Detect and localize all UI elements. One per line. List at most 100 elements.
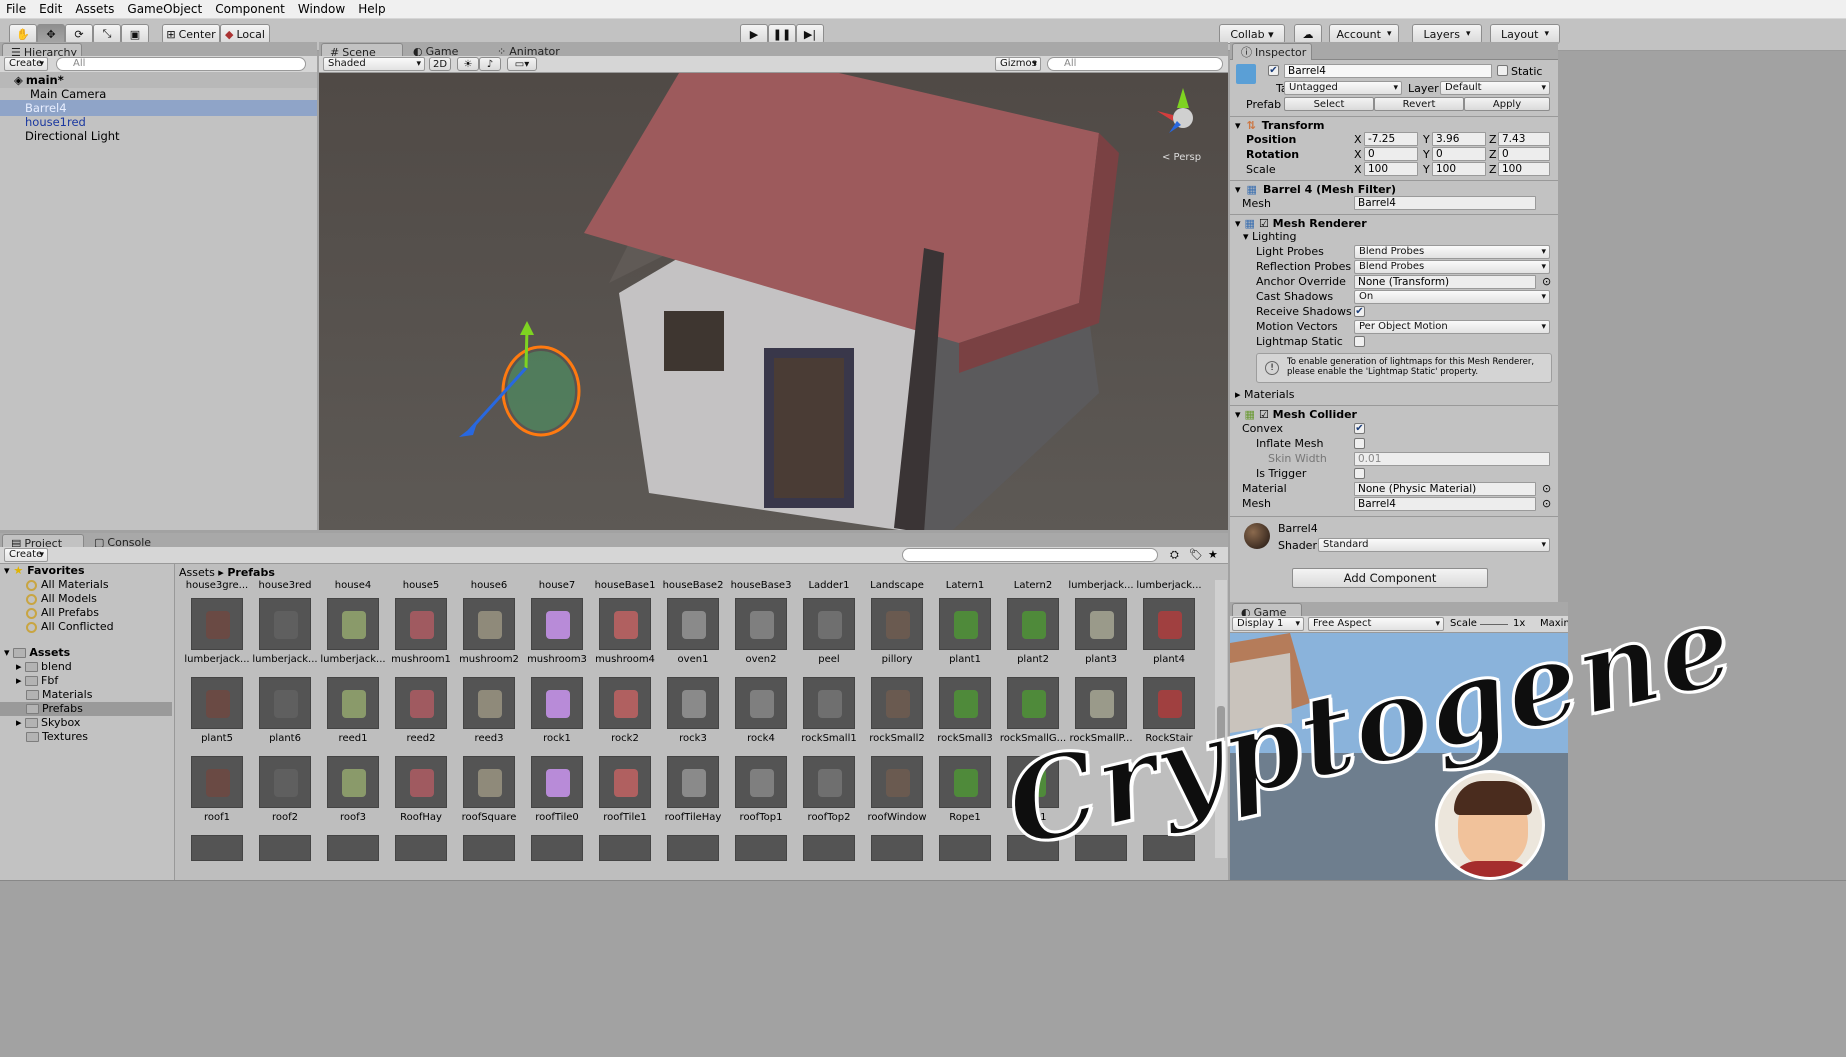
object-picker-icon[interactable]: ⊙ bbox=[1542, 496, 1551, 511]
favorite-all-prefabs[interactable]: All Prefabs bbox=[0, 606, 172, 620]
position-z-field[interactable]: 7.43 bbox=[1498, 132, 1550, 146]
asset-thumbnail[interactable] bbox=[191, 598, 243, 650]
asset-thumbnail[interactable] bbox=[939, 835, 991, 861]
menu-gameobject[interactable]: GameObject bbox=[127, 2, 202, 16]
aspect-dropdown[interactable]: Free Aspect bbox=[1308, 617, 1444, 631]
asset-thumbnail[interactable] bbox=[191, 756, 243, 808]
scene-viewport[interactable] bbox=[319, 73, 1228, 530]
asset-label[interactable]: mushroom1 bbox=[387, 654, 455, 665]
effects-dropdown[interactable]: ▭▾ bbox=[507, 57, 537, 71]
hand-tool-button[interactable]: ✋ bbox=[9, 24, 37, 44]
asset-thumbnail[interactable] bbox=[463, 835, 515, 861]
asset-label[interactable]: house3red bbox=[251, 580, 319, 591]
add-component-button[interactable]: Add Component bbox=[1292, 568, 1488, 588]
asset-label[interactable]: mushroom2 bbox=[455, 654, 523, 665]
asset-label[interactable]: Rope1 bbox=[931, 812, 999, 823]
receive-shadows-checkbox[interactable]: ✔ bbox=[1354, 306, 1365, 317]
asset-thumbnail[interactable] bbox=[531, 756, 583, 808]
layer-dropdown[interactable]: Default bbox=[1440, 81, 1550, 95]
asset-thumbnail[interactable] bbox=[327, 598, 379, 650]
rotation-y-field[interactable]: 0 bbox=[1432, 147, 1486, 161]
folder-textures[interactable]: Textures bbox=[0, 730, 172, 744]
asset-label[interactable]: roofTile1 bbox=[591, 812, 659, 823]
reflection-probes-dropdown[interactable]: Blend Probes bbox=[1354, 260, 1550, 274]
asset-thumbnail[interactable] bbox=[395, 598, 447, 650]
lighting-foldout[interactable]: ▾ Lighting bbox=[1230, 229, 1558, 244]
asset-label[interactable]: reed2 bbox=[387, 733, 455, 744]
asset-label[interactable]: houseBase3 bbox=[727, 580, 795, 591]
asset-thumbnail[interactable] bbox=[531, 677, 583, 729]
asset-thumbnail[interactable] bbox=[327, 677, 379, 729]
asset-label[interactable]: roofTile0 bbox=[523, 812, 591, 823]
asset-thumbnail[interactable] bbox=[803, 598, 855, 650]
breadcrumb-assets[interactable]: Assets bbox=[179, 566, 215, 579]
asset-label[interactable]: roof1 bbox=[183, 812, 251, 823]
menu-file[interactable]: File bbox=[6, 2, 26, 16]
scale-x-field[interactable]: 100 bbox=[1364, 162, 1418, 176]
asset-thumbnail[interactable] bbox=[1007, 598, 1059, 650]
project-search-input[interactable] bbox=[902, 548, 1158, 562]
layout-dropdown[interactable]: Layout ▾ bbox=[1490, 24, 1560, 44]
move-tool-button[interactable]: ✥ bbox=[37, 24, 65, 44]
account-dropdown[interactable]: Account ▾ bbox=[1329, 24, 1399, 44]
asset-label[interactable]: Ladder1 bbox=[795, 580, 863, 591]
asset-label[interactable]: roofTileHay bbox=[659, 812, 727, 823]
asset-thumbnail[interactable] bbox=[735, 835, 787, 861]
asset-thumbnail[interactable] bbox=[463, 677, 515, 729]
asset-thumbnail[interactable] bbox=[735, 598, 787, 650]
audio-toggle[interactable]: ♪ bbox=[479, 57, 501, 71]
object-picker-icon[interactable]: ⊙ bbox=[1542, 274, 1551, 289]
asset-label[interactable]: lumberjack... bbox=[183, 654, 251, 665]
asset-thumbnail[interactable] bbox=[939, 677, 991, 729]
favorites-folder[interactable]: ▾ ★ Favorites bbox=[0, 564, 172, 578]
rotation-x-field[interactable]: 0 bbox=[1364, 147, 1418, 161]
asset-label[interactable]: lumberjack... bbox=[1135, 580, 1203, 591]
asset-thumbnail[interactable] bbox=[1143, 598, 1195, 650]
object-picker-icon[interactable]: ⊙ bbox=[1542, 481, 1551, 496]
asset-label[interactable]: roof3 bbox=[319, 812, 387, 823]
asset-label[interactable]: mushroom3 bbox=[523, 654, 591, 665]
gizmos-dropdown[interactable]: Gizmos bbox=[995, 57, 1041, 71]
asset-thumbnail[interactable] bbox=[191, 677, 243, 729]
menu-edit[interactable]: Edit bbox=[39, 2, 62, 16]
scale-z-field[interactable]: 100 bbox=[1498, 162, 1550, 176]
asset-thumbnail[interactable] bbox=[871, 598, 923, 650]
asset-label[interactable]: rockSmall3 bbox=[931, 733, 999, 744]
asset-label[interactable]: RoofHay bbox=[387, 812, 455, 823]
asset-label[interactable]: Latern1 bbox=[931, 580, 999, 591]
projection-label[interactable]: < Persp bbox=[1162, 152, 1201, 163]
asset-label[interactable]: lumberjack... bbox=[251, 654, 319, 665]
rotate-tool-button[interactable]: ⟳ bbox=[65, 24, 93, 44]
asset-label[interactable]: roof2 bbox=[251, 812, 319, 823]
materials-foldout[interactable]: ▸ Materials bbox=[1230, 387, 1558, 402]
cast-shadows-dropdown[interactable]: On bbox=[1354, 290, 1550, 304]
asset-thumbnail[interactable] bbox=[395, 756, 447, 808]
scene-search-input[interactable]: All bbox=[1047, 57, 1223, 71]
asset-thumbnail[interactable] bbox=[191, 835, 243, 861]
asset-label[interactable]: rock1 bbox=[523, 733, 591, 744]
asset-thumbnail[interactable] bbox=[395, 835, 447, 861]
active-checkbox[interactable]: ✔ bbox=[1268, 65, 1279, 76]
asset-label[interactable]: reed1 bbox=[319, 733, 387, 744]
asset-label[interactable]: plant6 bbox=[251, 733, 319, 744]
asset-thumbnail[interactable] bbox=[259, 677, 311, 729]
scale-y-field[interactable]: 100 bbox=[1432, 162, 1486, 176]
favorite-all-materials[interactable]: All Materials bbox=[0, 578, 172, 592]
pause-button[interactable]: ❚❚ bbox=[768, 24, 796, 44]
lighting-toggle[interactable]: ☀ bbox=[457, 57, 479, 71]
folder-fbf[interactable]: ▸ Fbf bbox=[0, 674, 172, 688]
asset-thumbnail[interactable] bbox=[803, 756, 855, 808]
shading-mode-dropdown[interactable]: Shaded bbox=[323, 57, 425, 71]
asset-label[interactable]: reed3 bbox=[455, 733, 523, 744]
scale-tool-button[interactable]: ⤡ bbox=[93, 24, 121, 44]
asset-label[interactable]: roofTop1 bbox=[727, 812, 795, 823]
favorite-all-models[interactable]: All Models bbox=[0, 592, 172, 606]
asset-label[interactable]: roofWindow bbox=[863, 812, 931, 823]
prefab-apply-button[interactable]: Apply bbox=[1464, 97, 1550, 111]
asset-thumbnail[interactable] bbox=[667, 598, 719, 650]
asset-label[interactable]: peel bbox=[795, 654, 863, 665]
collab-button[interactable]: Collab ▾ bbox=[1219, 24, 1285, 44]
pivot-local-button[interactable]: ◆ Local bbox=[220, 24, 270, 44]
mode-2d-button[interactable]: 2D bbox=[429, 57, 451, 71]
asset-thumbnail[interactable] bbox=[599, 756, 651, 808]
